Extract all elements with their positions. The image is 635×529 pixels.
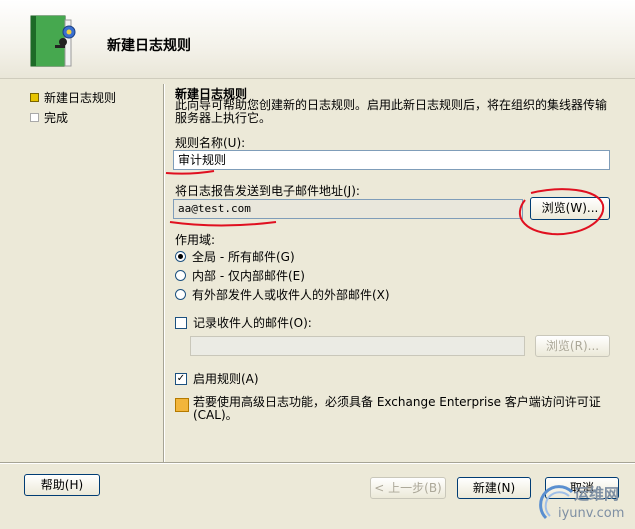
rule-name-label: 规则名称(U): <box>175 136 246 150</box>
pending-step-bullet-icon <box>30 112 39 122</box>
nav-step-new-rule: 新建日志规则 <box>30 87 116 107</box>
red-annotation-marks <box>165 170 605 236</box>
back-button[interactable]: < 上一步(B) <box>370 477 446 499</box>
license-info-text: 若要使用高级日志功能，必须具备 Exchange Enterprise 客户端访… <box>193 395 601 422</box>
recipient-input[interactable] <box>190 336 525 356</box>
checkbox-label: 启用规则(A) <box>193 372 259 386</box>
radio-label: 全局 - 所有邮件(G) <box>192 250 295 264</box>
checkbox-unchecked-icon <box>175 316 187 329</box>
checkmark-icon: ✓ <box>175 372 187 385</box>
email-address-field[interactable]: aa@test.com <box>173 199 523 219</box>
radio-selected-icon <box>175 251 186 262</box>
radio-unselected-icon <box>175 270 186 281</box>
nav-step-finish: 完成 <box>30 107 116 127</box>
record-recipient-checkbox[interactable]: 记录收件人的邮件(O): <box>175 314 312 331</box>
browse-email-button[interactable]: 浏览(W)... <box>530 197 610 220</box>
enable-rule-checkbox[interactable]: ✓ 启用规则(A) <box>175 370 259 387</box>
info-warning-icon <box>175 398 189 412</box>
radio-unselected-icon <box>175 289 186 300</box>
checkbox-label: 记录收件人的邮件(O): <box>193 316 312 330</box>
email-label: 将日志报告发送到电子邮件地址(J): <box>175 184 360 198</box>
wizard-header: 新建日志规则 <box>0 0 635 79</box>
help-button[interactable]: 帮助(H) <box>24 474 100 496</box>
current-step-bullet-icon <box>30 92 39 102</box>
nav-step-label: 新建日志规则 <box>44 90 117 105</box>
watermark-text: 运维网 <box>574 485 620 503</box>
scope-radio-external[interactable]: 有外部发件人或收件人的外部邮件(X) <box>175 286 390 303</box>
scope-label: 作用域: <box>175 233 216 247</box>
wizard-book-icon <box>30 15 76 67</box>
vertical-divider-highlight <box>164 84 165 462</box>
radio-label: 内部 - 仅内部邮件(E) <box>192 269 305 283</box>
page-title: 新建日志规则 <box>107 38 191 54</box>
radio-label: 有外部发件人或收件人的外部邮件(X) <box>192 288 390 302</box>
scope-radio-global[interactable]: 全局 - 所有邮件(G) <box>175 248 295 265</box>
section-description: 此向导可帮助您创建新的日志规则。启用此新日志规则后，将在组织的集线器传输服务器上… <box>175 98 608 125</box>
rule-name-input[interactable]: 审计规则 <box>173 150 610 170</box>
footer-divider-highlight <box>0 463 635 464</box>
wizard-steps-nav: 新建日志规则 完成 <box>30 87 116 127</box>
new-button[interactable]: 新建(N) <box>457 477 531 499</box>
browse-recipient-button[interactable]: 浏览(R)... <box>535 335 610 357</box>
watermark-url: iyunv.com <box>558 506 625 521</box>
nav-step-label: 完成 <box>44 110 69 125</box>
scope-radio-internal[interactable]: 内部 - 仅内部邮件(E) <box>175 267 305 284</box>
